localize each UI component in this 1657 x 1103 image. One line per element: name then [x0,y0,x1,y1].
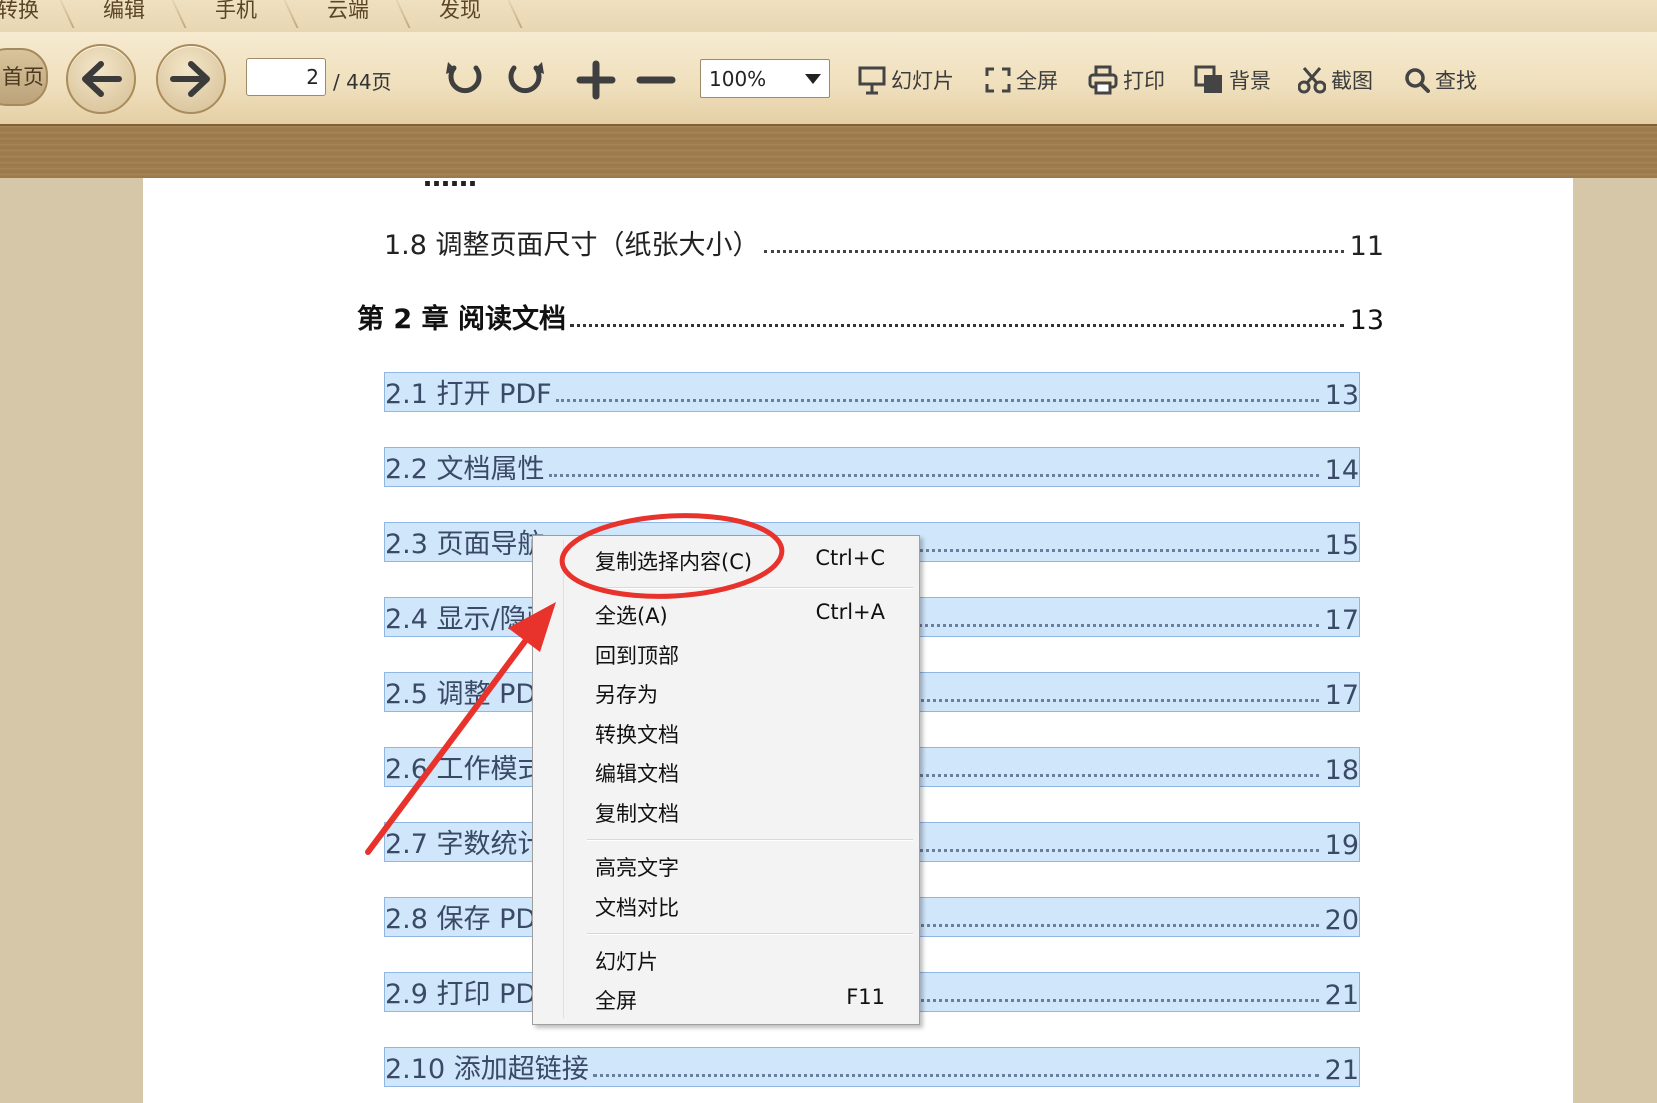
zoom-select[interactable]: 100% [700,59,830,98]
toc-entry-title: 2.2 文档属性 [385,454,545,485]
menu-item-slideshow[interactable]: 幻灯片 [595,946,658,976]
slideshow-label: 幻灯片 [891,69,954,93]
toc-entry-page: 13 [1349,305,1384,336]
tab-mobile[interactable]: 手机 [204,0,268,26]
tab-divider [59,0,75,28]
toc-entry-page: 19 [1324,830,1359,861]
print-button[interactable]: 打印 [1088,64,1165,96]
menu-shortcut-fullscreen: F11 [846,985,885,1009]
background-button[interactable]: 背景 [1194,64,1271,96]
background-label: 背景 [1229,69,1271,93]
toc-entry-title: 2.8 保存 PDF [385,904,552,935]
tab-convert[interactable]: 转换 [0,0,42,26]
menu-item-back-to-top[interactable]: 回到顶部 [595,640,679,670]
toc-entry-title: 第 2 章 阅读文档 [357,304,566,335]
presentation-icon [858,66,886,95]
zoom-value: 100% [709,67,767,91]
toc-entry-title: 2.4 显示/隐藏 [385,604,554,635]
toc-dot-leader [570,323,1344,327]
toc-entry-title: 2.6 工作模式 [385,754,545,785]
layers-icon [1194,65,1222,93]
toc-entry-title: 2.10 添加超链接 [385,1054,589,1085]
toc-dot-leader [548,473,1319,477]
home-button[interactable]: 首页 [0,48,48,106]
rotate-left-icon[interactable] [442,56,486,100]
menu-gutter [563,540,564,1018]
tab-divider [395,0,411,28]
tab-divider [507,0,523,28]
toc-entry-page: 15 [1324,530,1359,561]
toc-entry-title: 2.5 调整 PDF [385,679,552,710]
toc-entry-title: 1.8 调整页面尺寸（纸张大小） [384,230,760,261]
tab-edit[interactable]: 编辑 [92,0,156,26]
toc-entry-page: 21 [1324,980,1359,1011]
toc-entry-title: 2.3 页面导航 [385,529,545,560]
expand-icon [985,67,1011,93]
menu-shortcut-select-all: Ctrl+A [815,600,885,624]
toc-dot-leader [555,398,1319,402]
toc-entry-page: 21 [1324,1055,1359,1086]
tab-discover[interactable]: 发现 [428,0,492,26]
toc-entry-page: 11 [1349,231,1384,262]
fullscreen-button[interactable]: 全屏 [985,64,1058,96]
scissors-icon [1298,67,1326,94]
zoom-out-icon[interactable] [636,60,676,100]
toc-dot-leader [763,249,1344,253]
tab-divider [283,0,299,28]
toc-entry-page: 13 [1324,380,1359,411]
chevron-down-icon [805,74,821,84]
toc-entry-page: 14 [1324,455,1359,486]
slideshow-button[interactable]: 幻灯片 [858,64,954,96]
menu-item-save-as[interactable]: 另存为 [595,679,658,709]
printer-icon [1088,65,1118,95]
menu-separator [587,839,913,841]
toc-entry-selected[interactable]: 2.10 添加超链接 21 [384,1047,1360,1087]
tab-divider [171,0,187,28]
page-number-input[interactable] [246,58,326,96]
search-icon [1405,68,1430,93]
toc-entry-selected[interactable]: 2.2 文档属性 14 [384,447,1360,487]
page-total-label: / 44页 [333,70,392,94]
menu-item-copy-selection[interactable]: 复制选择内容(C) [595,546,752,576]
toc-entry-page: 18 [1324,755,1359,786]
print-label: 打印 [1123,69,1165,93]
menu-tab-strip: 转换 编辑 手机 云端 发现 [0,0,1657,32]
fullscreen-label: 全屏 [1016,69,1058,93]
arrow-right-icon [170,61,210,97]
tab-cloud[interactable]: 云端 [316,0,380,26]
screenshot-label: 截图 [1331,69,1373,93]
menu-item-fullscreen[interactable]: 全屏 [595,985,637,1015]
toc-entry-page: 17 [1324,680,1359,711]
menu-item-highlight-text[interactable]: 高亮文字 [595,852,679,882]
forward-button[interactable] [156,44,226,114]
toolbar-bottom-bar [0,124,1657,181]
menu-item-compare-documents[interactable]: 文档对比 [595,892,679,922]
rotate-right-icon[interactable] [504,56,548,100]
back-button[interactable] [66,44,136,114]
toc-entry[interactable]: 1.8 调整页面尺寸（纸张大小） 11 [384,222,1384,262]
context-menu: 复制选择内容(C) Ctrl+C 全选(A) Ctrl+A 回到顶部 另存为 转… [532,535,920,1025]
menu-item-select-all[interactable]: 全选(A) [595,600,668,630]
menu-shortcut-copy: Ctrl+C [815,546,885,570]
toc-entry-title: 2.9 打印 PDF [385,979,552,1010]
toc-entry-title: 2.7 字数统计 [385,829,545,860]
zoom-in-icon[interactable] [576,60,616,100]
toc-entry-page: 17 [1324,605,1359,636]
screenshot-button[interactable]: 截图 [1298,64,1373,96]
menu-item-edit-document[interactable]: 编辑文档 [595,758,679,788]
menu-item-copy-document[interactable]: 复制文档 [595,798,679,828]
arrow-left-icon [82,61,122,97]
partial-top-line: …… [423,178,477,193]
find-label: 查找 [1435,69,1477,93]
menu-separator [587,587,913,589]
toc-entry-page: 20 [1324,905,1359,936]
toc-entry-selected[interactable]: 2.1 打开 PDF 13 [384,372,1360,412]
toc-dot-leader [592,1073,1319,1077]
toc-chapter[interactable]: 第 2 章 阅读文档 13 [357,296,1384,336]
toc-entry-title: 2.1 打开 PDF [385,379,552,410]
menu-item-convert-document[interactable]: 转换文档 [595,719,679,749]
find-button[interactable]: 查找 [1404,64,1477,96]
menu-separator [587,933,913,935]
